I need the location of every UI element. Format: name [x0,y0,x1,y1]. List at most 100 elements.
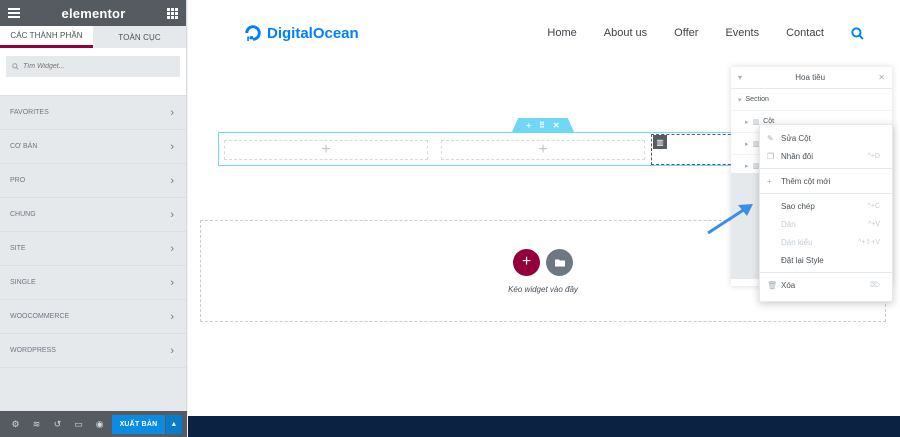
menu-item-label: Sửa Cột [781,133,811,143]
panel-header: elementor [0,0,186,26]
chevron-right-icon: › [170,310,174,323]
responsive-icon[interactable]: ▭ [68,411,89,437]
empty-column[interactable]: + [224,140,428,160]
tab-global[interactable]: TOÀN CỤC [93,26,186,48]
nav-offer[interactable]: Offer [674,27,698,39]
search-input[interactable] [23,63,163,70]
add-widget-icon[interactable]: + [538,141,547,159]
close-icon[interactable]: ✕ [553,121,560,130]
category-label: CHUNG [10,211,36,218]
close-icon[interactable]: ✕ [878,73,885,82]
column-handle-icon[interactable]: ▥ [653,135,667,149]
category-general[interactable]: CHUNG › [0,198,186,232]
category-label: SITE [10,245,26,252]
folder-icon [554,259,565,266]
nav-contact[interactable]: Contact [786,27,824,39]
drag-handle-icon[interactable]: ⠿ [539,121,545,130]
pencil-icon: ✎ [767,133,774,143]
category-label: PRO [10,177,26,184]
category-label: WOOCOMMERCE [10,313,70,320]
category-single[interactable]: SINGLE › [0,266,186,300]
menu-item-reset-style[interactable]: Đặt lại Style [760,251,892,269]
category-wordpress[interactable]: WORDPRESS › [0,334,186,368]
nav-home[interactable]: Home [547,27,576,39]
search-icon [12,63,19,70]
chevron-right-icon: › [170,208,174,221]
menu-item-label: Xóa [781,280,796,290]
search-area [0,48,186,96]
chevron-right-icon: › [170,276,174,289]
menu-divider [760,193,892,194]
menu-item-label: Dán [781,219,796,229]
category-favorites[interactable]: FAVORITES › [0,96,186,130]
add-section-button[interactable]: + [513,248,540,276]
menu-item-add-column[interactable]: + Thêm cột mới [760,172,892,190]
panel-tabs: CÁC THÀNH PHẦN TOÀN CỤC [0,26,186,48]
site-footer [188,416,900,437]
menu-item-paste-style[interactable]: Dán kiểu ^+⇧+V [760,233,892,251]
publish-button[interactable]: XUẤT BẢN [112,414,165,434]
trash-icon: 🗑 [767,280,778,290]
add-widget-icon[interactable]: + [321,141,330,159]
chevron-right-icon: › [170,140,174,153]
menu-item-label: Nhân đôi [781,151,814,161]
caret-right-icon: ▸ [745,140,749,148]
section-handle[interactable]: + ⠿ ✕ [512,118,574,132]
nav-about[interactable]: About us [604,27,647,39]
shortcut: ^+C [867,202,880,210]
site-nav: Home About us Offer Events Contact [547,26,864,40]
navigator-icon[interactable]: ≋ [26,411,47,437]
site-header: DigitalOcean Home About us Offer Events … [188,0,900,66]
drop-zone-label: Kéo widget vào đây [508,284,578,294]
add-template-button[interactable] [546,248,573,276]
nav-events[interactable]: Events [725,27,759,39]
category-label: FAVORITES [10,109,49,116]
shortcut: ^+D [867,152,880,160]
shortcut: ^+V [867,220,880,228]
empty-column[interactable]: + [441,140,645,160]
elementor-logo: elementor [61,5,126,21]
preview-eye-icon[interactable]: ◉ [89,411,110,437]
publish-options-button[interactable]: ▲ [165,414,182,434]
category-basic[interactable]: CƠ BẢN › [0,130,186,164]
chevron-right-icon: › [170,242,174,255]
menu-item-delete[interactable]: 🗑 Xóa ⌦ [760,276,892,294]
menu-divider [760,168,892,169]
navigator-section-label: Section [745,96,769,103]
menu-item-copy[interactable]: Sao chép ^+C [760,197,892,215]
category-woocommerce[interactable]: WOOCOMMERCE › [0,300,186,334]
caret-right-icon: ▸ [745,118,749,126]
menu-item-duplicate[interactable]: ❐ Nhân đôi ^+D [760,147,892,165]
category-label: CƠ BẢN [10,143,38,150]
category-label: SINGLE [10,279,36,286]
plus-icon: + [767,176,772,186]
menu-item-label: Sao chép [781,201,815,211]
caret-right-icon: ▸ [745,162,749,170]
tab-elements[interactable]: CÁC THÀNH PHẦN [0,26,93,48]
menu-item-label: Dán kiểu [781,237,813,247]
site-logo[interactable]: DigitalOcean [244,24,359,42]
panel-footer: ⚙ ≋ ↺ ▭ ◉ XUẤT BẢN ▲ [0,411,187,437]
menu-item-label: Thêm cột mới [781,176,831,186]
menu-icon[interactable] [8,8,20,18]
widgets-grid-icon[interactable] [167,7,178,19]
menu-item-label: Đặt lại Style [781,255,824,265]
search-icon[interactable] [851,26,864,40]
pointer-arrow-icon [707,204,753,235]
caret-down-icon: ▾ [738,96,742,104]
add-icon[interactable]: + [526,121,531,130]
search-box [6,56,180,77]
menu-item-edit-column[interactable]: ✎ Sửa Cột [760,129,892,147]
category-pro[interactable]: PRO › [0,164,186,198]
menu-item-paste[interactable]: Dán ^+V [760,215,892,233]
collapse-all-icon[interactable]: ▾ [738,73,742,82]
history-icon[interactable]: ↺ [47,411,68,437]
menu-divider [760,272,892,273]
settings-icon[interactable]: ⚙ [5,411,26,437]
navigator-section[interactable]: ▾ Section [731,89,892,111]
elementor-panel: elementor CÁC THÀNH PHẦN TOÀN CỤC FAVORI… [0,0,187,437]
category-site[interactable]: SITE › [0,232,186,266]
shortcut: ⌦ [870,282,880,289]
chevron-right-icon: › [170,106,174,119]
duplicate-icon: ❐ [767,151,775,161]
